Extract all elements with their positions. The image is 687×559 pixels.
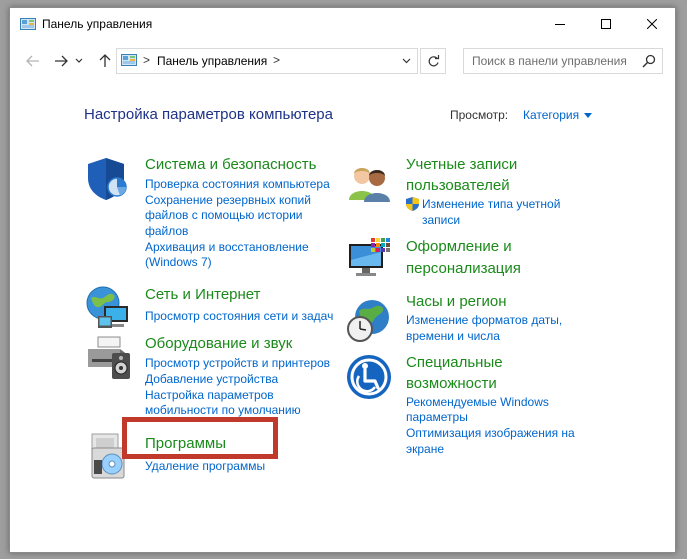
title-bar: Панель управления bbox=[10, 8, 675, 40]
back-button[interactable] bbox=[22, 50, 44, 72]
maximize-icon bbox=[601, 19, 611, 29]
chevron-down-icon bbox=[75, 58, 83, 63]
link-file-history-backup-line3[interactable]: файлов bbox=[145, 224, 188, 240]
dropdown-arrow-icon[interactable] bbox=[584, 113, 593, 119]
appearance-monitor-icon[interactable] bbox=[345, 236, 393, 284]
close-button[interactable] bbox=[629, 8, 675, 40]
link-file-history-backup-line2[interactable]: файлов с помощью истории bbox=[145, 208, 302, 224]
category-appearance-line2[interactable]: персонализация bbox=[406, 258, 521, 279]
link-file-history-backup[interactable]: Сохранение резервных копий bbox=[145, 193, 311, 209]
forward-arrow-icon bbox=[55, 55, 68, 67]
category-network-internet[interactable]: Сеть и Интернет bbox=[145, 284, 261, 305]
link-mobility-settings[interactable]: Настройка параметров bbox=[145, 388, 274, 404]
up-button[interactable] bbox=[94, 50, 116, 72]
search-icon[interactable] bbox=[642, 54, 656, 68]
link-backup-restore[interactable]: Архивация и восстановление bbox=[145, 240, 309, 256]
category-user-accounts[interactable]: Учетные записи bbox=[406, 154, 517, 175]
link-network-status-tasks[interactable]: Просмотр состояния сети и задач bbox=[145, 309, 333, 325]
back-arrow-icon bbox=[26, 55, 39, 67]
link-uninstall-program[interactable]: Удаление программы bbox=[145, 459, 265, 475]
recent-locations-button[interactable] bbox=[72, 50, 86, 72]
view-by-dropdown[interactable]: Категория bbox=[523, 108, 593, 122]
network-globe-icon[interactable] bbox=[84, 284, 132, 332]
minimize-button[interactable] bbox=[537, 8, 583, 40]
navigation-bar: > Панель управления > bbox=[10, 44, 675, 80]
user-accounts-icon[interactable] bbox=[345, 160, 393, 208]
page-heading: Настройка параметров компьютера bbox=[84, 106, 333, 123]
view-by-value[interactable]: Категория bbox=[523, 108, 579, 122]
refresh-icon bbox=[428, 54, 439, 66]
ease-of-access-icon[interactable] bbox=[345, 353, 393, 401]
highlight-box bbox=[122, 417, 278, 459]
close-icon bbox=[647, 19, 657, 29]
refresh-button[interactable] bbox=[420, 48, 446, 74]
control-panel-window: Панель управления > Панель управления > bbox=[9, 7, 676, 553]
maximize-button[interactable] bbox=[583, 8, 629, 40]
breadcrumb-control-panel[interactable]: Панель управления bbox=[157, 54, 267, 68]
printer-speaker-icon[interactable] bbox=[84, 333, 132, 381]
link-optimize-display[interactable]: Оптимизация изображения на bbox=[406, 426, 575, 442]
link-check-computer-status[interactable]: Проверка состояния компьютера bbox=[145, 177, 330, 193]
link-backup-restore-line2[interactable]: (Windows 7) bbox=[145, 255, 212, 271]
security-shield-icon[interactable] bbox=[84, 154, 132, 202]
link-change-date-formats-line2[interactable]: времени и числа bbox=[406, 329, 500, 345]
control-panel-icon bbox=[20, 18, 36, 30]
link-view-devices-printers[interactable]: Просмотр устройств и принтеров bbox=[145, 356, 330, 372]
link-add-device[interactable]: Добавление устройства bbox=[145, 372, 278, 388]
view-label: Просмотр: bbox=[450, 108, 509, 122]
search-input[interactable] bbox=[464, 49, 634, 73]
clock-globe-icon[interactable] bbox=[345, 297, 393, 345]
category-ease-of-access[interactable]: Специальные bbox=[406, 352, 503, 373]
address-bar[interactable]: > Панель управления > bbox=[116, 48, 418, 74]
control-panel-icon bbox=[121, 54, 137, 66]
category-user-accounts-line2[interactable]: пользователей bbox=[406, 175, 510, 196]
category-appearance[interactable]: Оформление и bbox=[406, 236, 512, 257]
breadcrumb-separator[interactable]: > bbox=[143, 53, 150, 67]
category-clock-region[interactable]: Часы и регион bbox=[406, 291, 507, 312]
window-title: Панель управления bbox=[42, 17, 153, 31]
link-change-account-type-line2[interactable]: записи bbox=[422, 213, 460, 229]
breadcrumb-separator[interactable]: > bbox=[273, 53, 280, 67]
category-system-security[interactable]: Система и безопасность bbox=[145, 154, 316, 175]
link-recommended-settings-line2[interactable]: параметры bbox=[406, 410, 468, 426]
forward-button[interactable] bbox=[50, 50, 72, 72]
up-arrow-icon bbox=[99, 54, 111, 67]
address-dropdown-button[interactable] bbox=[395, 49, 417, 73]
search-box[interactable] bbox=[463, 48, 663, 74]
category-ease-of-access-line2[interactable]: возможности bbox=[406, 373, 497, 394]
link-recommended-settings[interactable]: Рекомендуемые Windows bbox=[406, 395, 549, 411]
chevron-down-icon bbox=[402, 58, 410, 64]
uac-shield-icon bbox=[406, 197, 419, 211]
minimize-icon bbox=[555, 24, 565, 25]
link-change-date-formats[interactable]: Изменение форматов даты, bbox=[406, 313, 562, 329]
category-hardware-sound[interactable]: Оборудование и звук bbox=[145, 333, 292, 354]
link-change-account-type[interactable]: Изменение типа учетной bbox=[422, 197, 560, 213]
link-optimize-display-line2[interactable]: экране bbox=[406, 442, 444, 458]
